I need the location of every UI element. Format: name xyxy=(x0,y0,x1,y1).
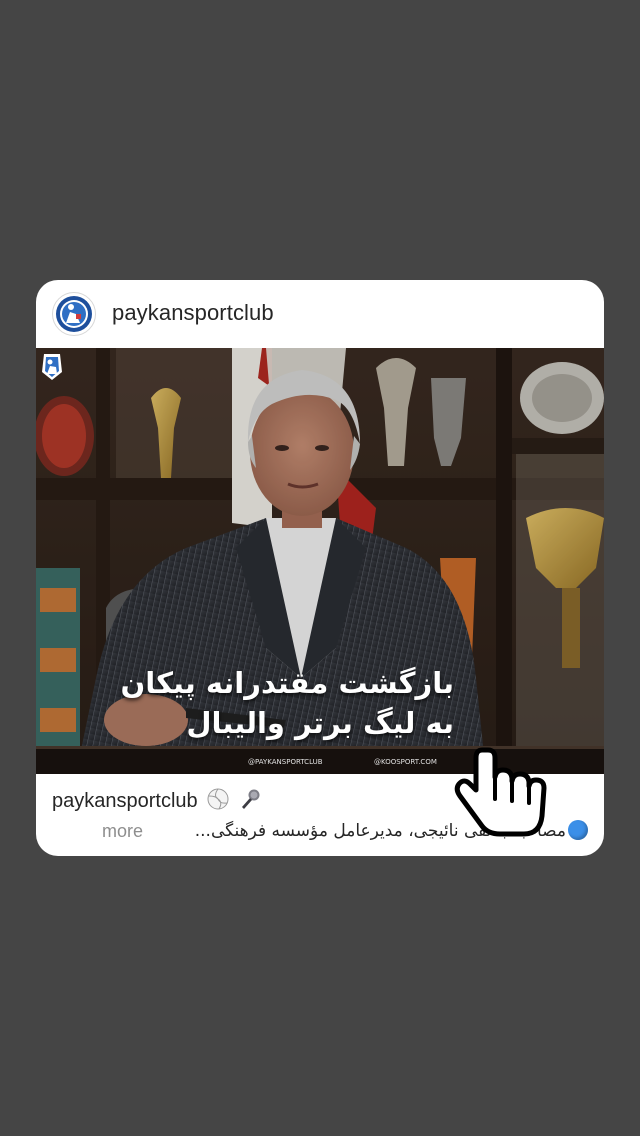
caption-username-row[interactable]: paykansportclub xyxy=(52,788,261,813)
post-username[interactable]: paykansportclub xyxy=(112,300,274,326)
club-emblem-icon xyxy=(42,354,62,380)
watermark-instagram: @PAYKANSPORTCLUB xyxy=(248,758,323,766)
microphone-icon xyxy=(241,789,260,809)
pointing-hand-cursor-icon xyxy=(454,747,547,837)
post-image[interactable]: بازگشت مقتدرانه پیکان به لیگ برتر والیبا… xyxy=(36,348,604,774)
blue-circle-icon xyxy=(568,820,588,840)
caption-username[interactable]: paykansportclub xyxy=(52,790,198,812)
club-logo-icon[interactable] xyxy=(52,292,96,336)
overlay-headline-line2: به لیگ برتر والیبال xyxy=(186,706,454,740)
post-header: paykansportclub xyxy=(36,280,604,348)
volleyball-icon xyxy=(207,788,229,810)
watermark-website: @KOOSPORT.COM xyxy=(374,758,437,766)
overlay-headline-line1: بازگشت مقتدرانه پیکان xyxy=(120,666,455,700)
more-link[interactable]: more xyxy=(102,821,143,842)
